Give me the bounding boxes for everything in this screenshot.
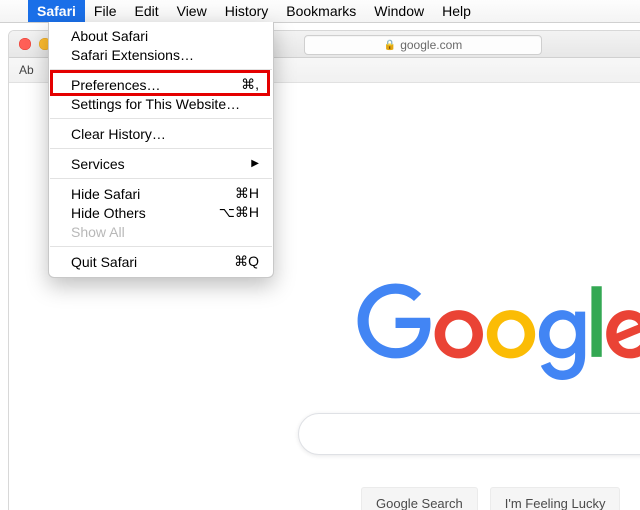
menu-item-about-safari[interactable]: About Safari bbox=[49, 26, 273, 45]
menu-item-label: Show All bbox=[71, 224, 259, 240]
menu-item-label: Services bbox=[71, 156, 251, 172]
google-logo bbox=[355, 283, 640, 383]
url-text: google.com bbox=[400, 38, 462, 52]
menu-item-quit-safari[interactable]: Quit Safari⌘Q bbox=[49, 252, 273, 271]
menu-item-hide-safari[interactable]: Hide Safari⌘H bbox=[49, 184, 273, 203]
menu-item-shortcut: ⌥⌘H bbox=[219, 204, 259, 221]
menubar-item-edit[interactable]: Edit bbox=[125, 0, 167, 22]
menu-item-preferences[interactable]: Preferences…⌘, bbox=[49, 75, 273, 94]
menubar-item-help[interactable]: Help bbox=[433, 0, 480, 22]
lock-icon: 🔒 bbox=[384, 40, 396, 51]
feeling-lucky-button[interactable]: I'm Feeling Lucky bbox=[490, 487, 621, 510]
menu-item-safari-extensions[interactable]: Safari Extensions… bbox=[49, 45, 273, 64]
menu-item-show-all: Show All bbox=[49, 222, 273, 241]
menu-item-label: Hide Safari bbox=[71, 186, 221, 202]
menubar-item-window[interactable]: Window bbox=[365, 0, 433, 22]
url-field[interactable]: 🔒 google.com bbox=[304, 35, 542, 55]
menu-item-hide-others[interactable]: Hide Others⌥⌘H bbox=[49, 203, 273, 222]
menu-item-shortcut: ⌘, bbox=[221, 76, 259, 93]
menu-item-shortcut: ⌘H bbox=[221, 185, 259, 202]
menubar-item-history[interactable]: History bbox=[216, 0, 278, 22]
menu-item-shortcut: ⌘Q bbox=[221, 253, 259, 270]
menu-separator bbox=[50, 178, 272, 179]
menu-item-label: Quit Safari bbox=[71, 254, 221, 270]
menu-item-label: Clear History… bbox=[71, 126, 259, 142]
menu-separator bbox=[50, 69, 272, 70]
menu-item-label: Settings for This Website… bbox=[71, 96, 259, 112]
close-window-button[interactable] bbox=[19, 38, 31, 50]
menubar-item-file[interactable]: File bbox=[85, 0, 126, 22]
menu-separator bbox=[50, 246, 272, 247]
menu-separator bbox=[50, 148, 272, 149]
menu-item-settings-for-this-website[interactable]: Settings for This Website… bbox=[49, 94, 273, 113]
menubar-item-view[interactable]: View bbox=[168, 0, 216, 22]
google-buttons: Google Search I'm Feeling Lucky bbox=[361, 487, 620, 510]
submenu-arrow-icon: ▶ bbox=[251, 158, 259, 169]
menu-item-services[interactable]: Services▶ bbox=[49, 154, 273, 173]
google-search-input[interactable] bbox=[298, 413, 640, 455]
menu-item-label: Preferences… bbox=[71, 77, 221, 93]
bookmark-item[interactable]: Ab bbox=[19, 63, 34, 77]
menu-separator bbox=[50, 118, 272, 119]
menu-item-label: About Safari bbox=[71, 28, 259, 44]
menubar: SafariFileEditViewHistoryBookmarksWindow… bbox=[0, 0, 640, 23]
menu-item-label: Hide Others bbox=[71, 205, 219, 221]
menubar-item-safari[interactable]: Safari bbox=[28, 0, 85, 22]
menu-item-label: Safari Extensions… bbox=[71, 47, 259, 63]
safari-menu-dropdown: About Safari Safari Extensions… Preference… bbox=[48, 22, 274, 278]
menu-item-clear-history[interactable]: Clear History… bbox=[49, 124, 273, 143]
menubar-item-bookmarks[interactable]: Bookmarks bbox=[277, 0, 365, 22]
google-search-button[interactable]: Google Search bbox=[361, 487, 478, 510]
